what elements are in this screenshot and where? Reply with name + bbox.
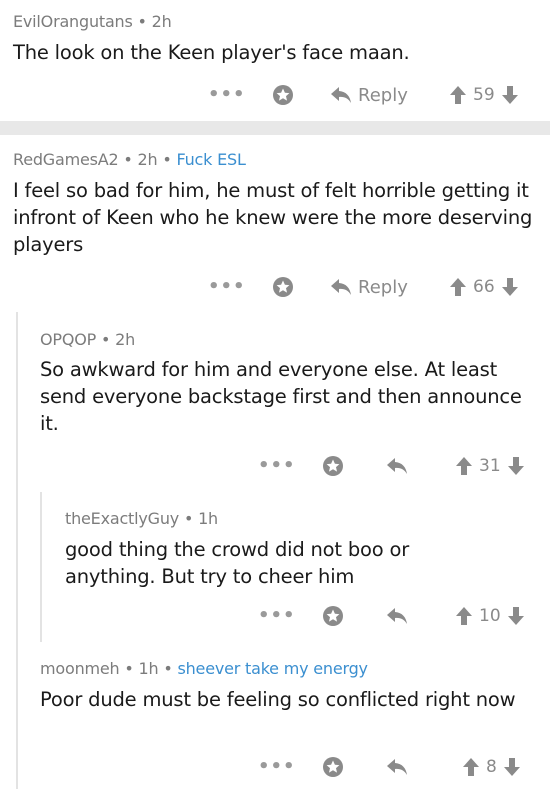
reply-label: Reply <box>358 276 408 298</box>
meta-separator: • <box>124 659 134 678</box>
comment-actions: ••• 10 <box>0 601 550 631</box>
downvote-arrow-icon[interactable] <box>501 277 519 297</box>
reply-button[interactable] <box>386 752 414 782</box>
comment-author[interactable]: theExactlyGuy <box>65 509 179 528</box>
comment-age: 2h <box>115 330 136 349</box>
vote-controls: 59 <box>449 80 519 110</box>
user-flair: Fuck ESL <box>176 150 246 169</box>
comment-age: 1h <box>198 509 218 528</box>
thread-separator <box>0 121 550 135</box>
more-options-button[interactable]: ••• <box>258 601 296 631</box>
downvote-arrow-icon[interactable] <box>503 757 521 777</box>
comment-actions: ••• 8 <box>0 752 550 782</box>
reply-arrow-icon <box>386 758 408 776</box>
meta-separator: • <box>123 150 133 169</box>
save-button[interactable] <box>322 451 344 481</box>
reply-button[interactable]: Reply <box>330 80 408 110</box>
reply-arrow-icon <box>330 86 352 104</box>
score-count: 59 <box>473 85 495 105</box>
comment-author[interactable]: OPQOP <box>40 330 96 349</box>
more-options-button[interactable]: ••• <box>208 80 246 110</box>
comment-age: 2h <box>137 150 158 169</box>
thread-indent-line <box>16 312 18 789</box>
meta-separator: • <box>100 330 111 349</box>
vote-controls: 8 <box>462 752 521 782</box>
upvote-arrow-icon[interactable] <box>449 85 467 105</box>
star-outline-icon <box>272 84 294 106</box>
score-count: 31 <box>479 456 501 476</box>
ellipsis-icon: ••• <box>258 455 296 476</box>
comment-meta: EvilOrangutans • 2h <box>13 12 172 31</box>
comment-actions: ••• Reply 66 <box>0 272 550 302</box>
star-outline-icon <box>322 455 344 477</box>
downvote-arrow-icon[interactable] <box>507 606 525 626</box>
comment-meta: RedGamesA2 • 2h • Fuck ESL <box>13 150 246 169</box>
comment-body: good thing the crowd did not boo or anyt… <box>65 538 410 588</box>
reply-arrow-icon <box>386 457 408 475</box>
comment-body: Poor dude must be feeling so conflicted … <box>40 688 516 711</box>
save-button[interactable] <box>322 752 344 782</box>
score-count: 66 <box>473 277 495 297</box>
upvote-arrow-icon[interactable] <box>455 606 473 626</box>
upvote-arrow-icon[interactable] <box>455 456 473 476</box>
user-flair: sheever take my energy <box>177 659 368 678</box>
star-outline-icon <box>322 605 344 627</box>
more-options-button[interactable]: ••• <box>258 752 296 782</box>
reply-arrow-icon <box>330 278 352 296</box>
ellipsis-icon: ••• <box>208 276 246 297</box>
downvote-arrow-icon[interactable] <box>501 85 519 105</box>
reply-arrow-icon <box>386 607 408 625</box>
comment-actions: ••• Reply 59 <box>0 80 550 110</box>
meta-separator: • <box>163 659 173 678</box>
reply-button[interactable]: Reply <box>330 272 408 302</box>
ellipsis-icon: ••• <box>258 605 296 626</box>
meta-separator: • <box>137 12 147 31</box>
save-button[interactable] <box>272 80 294 110</box>
comment-author[interactable]: RedGamesA2 <box>13 150 119 169</box>
score-count: 10 <box>479 606 501 626</box>
more-options-button[interactable]: ••• <box>208 272 246 302</box>
ellipsis-icon: ••• <box>208 84 246 105</box>
downvote-arrow-icon[interactable] <box>507 456 525 476</box>
upvote-arrow-icon[interactable] <box>449 277 467 297</box>
meta-separator: • <box>183 509 194 528</box>
meta-separator: • <box>162 150 172 169</box>
comment-author[interactable]: EvilOrangutans <box>13 12 133 31</box>
star-outline-icon <box>322 756 344 778</box>
comment-meta: theExactlyGuy • 1h <box>65 509 218 528</box>
comment-body: The look on the Keen player's face maan. <box>13 41 410 64</box>
more-options-button[interactable]: ••• <box>258 451 296 481</box>
upvote-arrow-icon[interactable] <box>462 757 480 777</box>
comment-age: 2h <box>151 12 172 31</box>
star-outline-icon <box>272 276 294 298</box>
vote-controls: 10 <box>455 601 525 631</box>
comment-body: So awkward for him and everyone else. At… <box>40 358 522 435</box>
reply-button[interactable] <box>386 451 414 481</box>
ellipsis-icon: ••• <box>258 756 296 777</box>
reply-label: Reply <box>358 84 408 106</box>
reply-button[interactable] <box>386 601 414 631</box>
vote-controls: 31 <box>455 451 525 481</box>
comment-meta: moonmeh • 1h • sheever take my energy <box>40 659 368 678</box>
save-button[interactable] <box>322 601 344 631</box>
score-count: 8 <box>486 757 497 777</box>
save-button[interactable] <box>272 272 294 302</box>
comment-body: I feel so bad for him, he must of felt h… <box>13 179 533 256</box>
comment-actions: ••• 31 <box>0 451 550 481</box>
vote-controls: 66 <box>449 272 519 302</box>
comment-age: 1h <box>138 659 159 678</box>
comment-meta: OPQOP • 2h <box>40 330 135 349</box>
comment-author[interactable]: moonmeh <box>40 659 120 678</box>
